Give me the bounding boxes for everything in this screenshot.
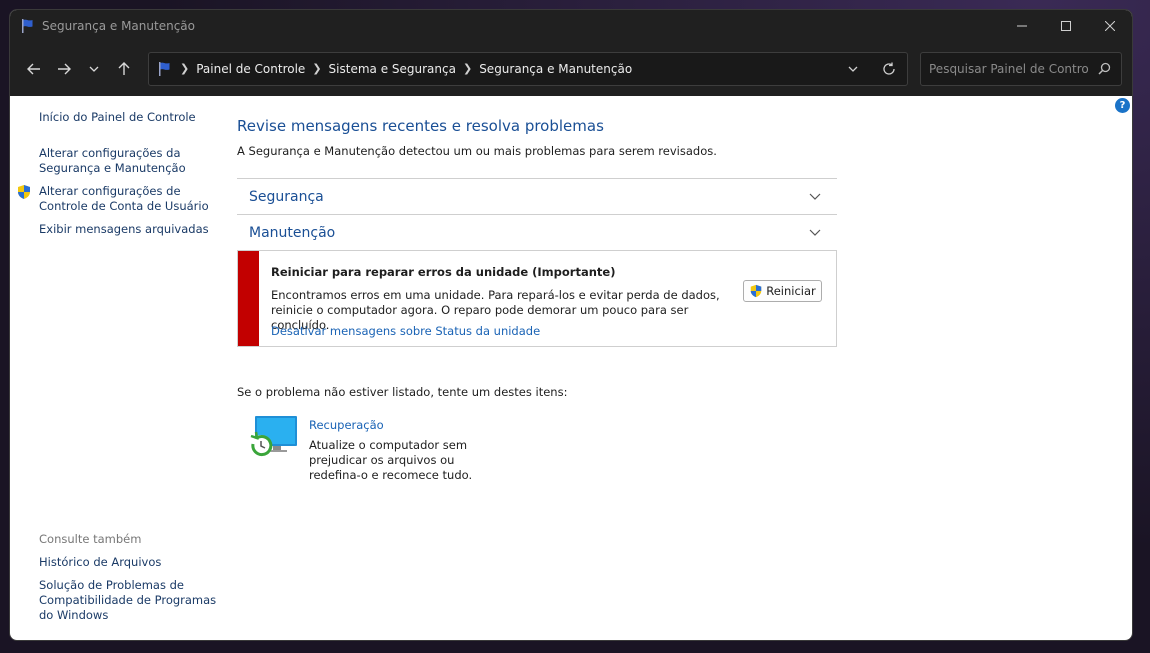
breadcrumb-control-panel[interactable]: Painel de Controle [196, 62, 305, 76]
sidebar-item-uac: Alterar configurações de Controle de Con… [16, 184, 209, 214]
sidebar-link-change-security-settings[interactable]: Alterar configurações da Segurança e Man… [39, 146, 209, 176]
restart-button[interactable]: Reiniciar [743, 280, 822, 302]
chevron-down-icon [809, 193, 821, 200]
close-button[interactable] [1088, 10, 1132, 41]
section-security[interactable]: Segurança [237, 178, 837, 214]
forward-button[interactable] [52, 57, 76, 81]
arrow-left-icon [27, 63, 40, 74]
restart-button-label: Reiniciar [766, 284, 816, 298]
breadcrumb-security-maintenance[interactable]: Segurança e Manutenção [479, 62, 632, 76]
page-subtitle: A Segurança e Manutenção detectou um ou … [237, 144, 717, 158]
section-security-title: Segurança [249, 188, 324, 205]
search-icon [1098, 62, 1111, 75]
chevron-right-icon: ❯ [312, 62, 322, 75]
chevron-right-icon: ❯ [462, 62, 473, 75]
chevron-down-icon [809, 229, 821, 236]
search-input[interactable] [929, 61, 1089, 76]
maximize-icon [1061, 20, 1071, 31]
refresh-button[interactable] [871, 53, 907, 85]
question-mark-icon: ? [1119, 100, 1126, 111]
minimize-button[interactable] [1000, 10, 1044, 41]
recovery-link[interactable]: Recuperação [309, 418, 384, 432]
chevron-down-icon [848, 66, 858, 72]
up-button[interactable] [112, 57, 136, 81]
alert-title: Reiniciar para reparar erros da unidade … [271, 265, 616, 279]
content-area: ? Início do Painel de Controle Alterar c… [10, 96, 1132, 640]
chevron-right-icon: ❯ [180, 62, 190, 75]
help-button[interactable]: ? [1115, 98, 1130, 113]
arrow-right-icon [58, 63, 71, 74]
chevron-down-icon [89, 66, 99, 72]
address-bar[interactable]: ❯ Painel de Controle ❯ Sistema e Seguran… [148, 51, 908, 86]
section-maintenance[interactable]: Manutenção [237, 214, 837, 250]
uac-shield-icon [750, 284, 762, 298]
page-title: Revise mensagens recentes e resolva prob… [237, 117, 604, 135]
try-these-items-label: Se o problema não estiver listado, tente… [237, 385, 568, 399]
arrow-up-icon [118, 61, 130, 75]
address-dropdown-button[interactable] [835, 53, 871, 85]
disable-drive-status-messages-link[interactable]: Desativar mensagens sobre Status da unid… [271, 324, 540, 338]
recent-locations-button[interactable] [82, 57, 106, 81]
recovery-icon [250, 416, 297, 457]
navigation-bar: ❯ Painel de Controle ❯ Sistema e Seguran… [10, 41, 1132, 96]
drive-error-alert: Reiniciar para reparar erros da unidade … [237, 250, 837, 347]
maximize-button[interactable] [1044, 10, 1088, 41]
recovery-description: Atualize o computador sem prejudicar os … [309, 438, 473, 482]
sidebar-link-compatibility-troubleshooter[interactable]: Solução de Problemas de Compatibilidade … [39, 578, 219, 623]
refresh-icon [883, 62, 895, 75]
flag-icon [22, 18, 33, 33]
minimize-icon [1017, 25, 1027, 26]
section-maintenance-title: Manutenção [249, 224, 336, 241]
window-title: Segurança e Manutenção [42, 18, 195, 33]
control-panel-window: Segurança e Manutenção ❯ Painel de Contr… [9, 9, 1133, 641]
flag-icon [159, 61, 170, 76]
search-box[interactable] [920, 51, 1122, 86]
close-icon [1105, 20, 1115, 31]
title-bar: Segurança e Manutenção [10, 10, 1132, 41]
sidebar-link-archived-messages[interactable]: Exibir mensagens arquivadas [39, 222, 209, 237]
sidebar-link-change-uac-settings[interactable]: Alterar configurações de Controle de Con… [39, 184, 209, 214]
sidebar-link-file-history[interactable]: Histórico de Arquivos [39, 555, 161, 570]
see-also-label: Consulte também [39, 532, 142, 546]
back-button[interactable] [22, 57, 46, 81]
alert-severity-bar [238, 251, 259, 346]
breadcrumb-system-security[interactable]: Sistema e Segurança [329, 62, 456, 76]
sidebar-link-home[interactable]: Início do Painel de Controle [39, 110, 196, 125]
uac-shield-icon [18, 185, 30, 199]
